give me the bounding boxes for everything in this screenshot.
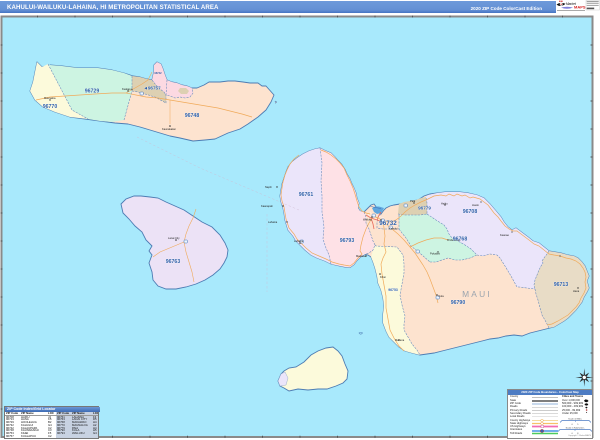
svg-text:Wailuku: Wailuku (363, 218, 373, 222)
svg-text:96708: 96708 (463, 209, 478, 215)
svg-text:Makena: Makena (395, 338, 405, 342)
svg-text:Pukalani: Pukalani (430, 252, 440, 256)
svg-text:Huelo: Huelo (472, 203, 479, 207)
svg-text:96753: 96753 (388, 288, 398, 292)
svg-text:96770: 96770 (43, 104, 58, 110)
svg-text:Maunaloa: Maunaloa (44, 96, 56, 100)
svg-text:Maalaea: Maalaea (356, 254, 367, 258)
svg-text:96713: 96713 (554, 282, 569, 288)
svg-text:96790: 96790 (451, 300, 466, 306)
svg-text:MAPS: MAPS (574, 5, 586, 10)
svg-text:Scale in Miles: Scale in Miles (568, 418, 582, 420)
svg-text:MAUI: MAUI (462, 289, 492, 299)
svg-text:Lahaina: Lahaina (294, 239, 304, 243)
svg-text:96732: 96732 (379, 220, 397, 227)
svg-text:96763: 96763 (166, 259, 181, 265)
svg-text:96768: 96768 (453, 237, 468, 243)
svg-text:Napili: Napili (265, 185, 272, 189)
svg-text:Kahului: Kahului (389, 227, 398, 231)
svg-text:Hana: Hana (573, 289, 580, 293)
svg-text:Keanae: Keanae (500, 233, 510, 237)
svg-text:Kualapuu: Kualapuu (122, 87, 134, 91)
svg-text:96779: 96779 (418, 206, 431, 211)
svg-text:96742: 96742 (154, 71, 162, 75)
svg-text:Kaanapali: Kaanapali (261, 204, 273, 208)
svg-text:Kula: Kula (439, 294, 445, 298)
svg-text:Kaunakakai: Kaunakakai (162, 127, 176, 131)
svg-text:96761: 96761 (299, 192, 314, 198)
svg-text:Lanai City: Lanai City (168, 236, 180, 240)
svg-text:Paia: Paia (410, 199, 416, 203)
svg-text:96748: 96748 (185, 113, 200, 119)
svg-text:Haiku: Haiku (441, 202, 448, 206)
svg-text:96729: 96729 (85, 89, 100, 95)
svg-text:96793: 96793 (340, 238, 355, 244)
svg-text:◄96757: ◄96757 (143, 86, 161, 91)
svg-text:Kihei: Kihei (380, 275, 386, 279)
svg-text:Lahaina: Lahaina (268, 220, 278, 224)
svg-text:Scale in Kilometers: Scale in Kilometers (566, 426, 586, 429)
